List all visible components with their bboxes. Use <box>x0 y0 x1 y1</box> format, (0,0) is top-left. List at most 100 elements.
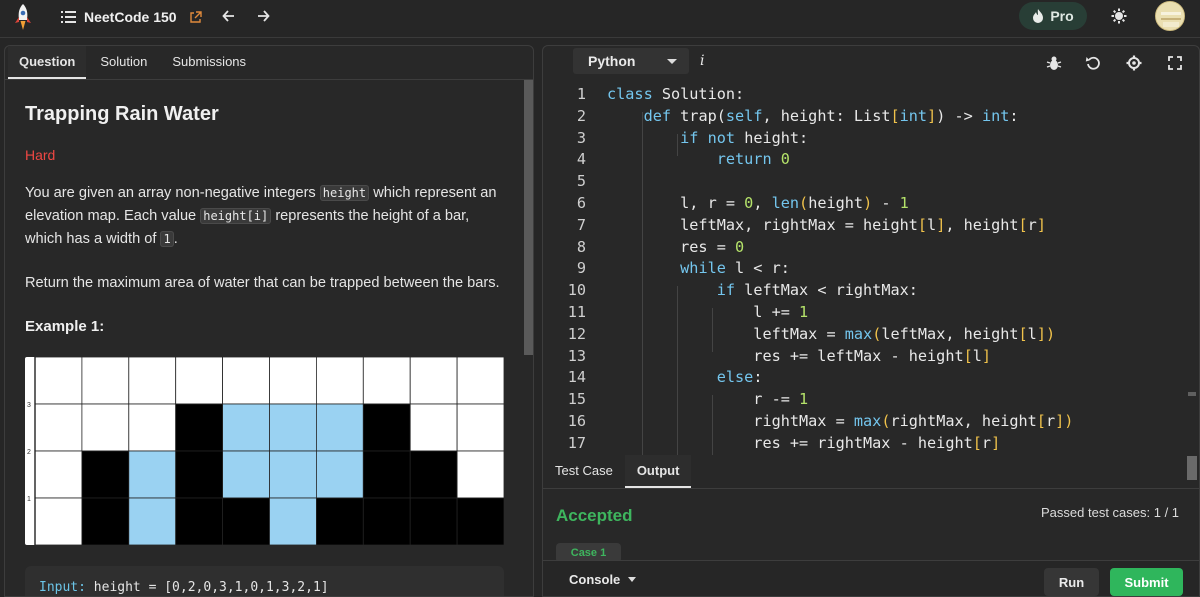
bar-cell <box>81 450 130 499</box>
line-source: res += leftMax - height[l] <box>607 346 992 365</box>
line-number: 15 <box>567 390 586 409</box>
line-source: def trap(self, height: List[int]) -> int… <box>643 106 1019 125</box>
problem-statement: You are given an array non-negative inte… <box>25 182 505 251</box>
fullscreen-icon[interactable] <box>1167 55 1183 71</box>
language-select[interactable]: Python <box>573 48 689 74</box>
code-line[interactable]: 17 res += rightMax - height[r] <box>543 433 1183 455</box>
code-line[interactable]: 9 while l < r: <box>543 258 1183 280</box>
bar-cell <box>175 450 223 499</box>
run-button[interactable]: Run <box>1044 568 1099 596</box>
line-number: 7 <box>576 215 586 234</box>
code-line[interactable]: 12 leftMax = max(leftMax, height[l]) <box>543 324 1183 346</box>
list-icon <box>61 11 76 23</box>
bar-cell <box>362 403 411 452</box>
line-source: class Solution: <box>607 85 745 103</box>
line-source: else: <box>716 368 763 387</box>
line-number: 1 <box>576 85 586 103</box>
line-source: if not height: <box>680 128 809 147</box>
water-cell <box>315 403 364 452</box>
code-line[interactable]: 1 class Solution: <box>543 84 1183 106</box>
code-editor[interactable]: 1 class Solution: 2 def trap(self, height:… <box>543 82 1199 455</box>
code-line[interactable]: 4 return 0 <box>543 149 1183 171</box>
code-line[interactable]: 16 rightMax = max(rightMax, height[r]) <box>543 411 1183 433</box>
bug-icon[interactable] <box>1046 55 1062 71</box>
bar-cell <box>409 450 458 499</box>
arrow-right-icon[interactable] <box>255 8 271 24</box>
submit-button[interactable]: Submit <box>1110 568 1183 596</box>
avatar-image <box>1156 2 1184 30</box>
tab-output[interactable]: Output <box>624 455 692 488</box>
info-icon[interactable]: i <box>700 53 704 69</box>
bar-cell <box>175 403 223 452</box>
empty-cell <box>269 357 317 405</box>
arrow-left-icon[interactable] <box>221 8 237 24</box>
line-source: l += 1 <box>607 303 809 321</box>
console-button[interactable]: Console <box>569 572 637 587</box>
console-label: Console <box>569 572 621 587</box>
bar-cell <box>362 497 411 545</box>
difficulty-badge: Hard <box>25 147 56 163</box>
problem-list-button[interactable]: NeetCode 150 <box>61 6 202 28</box>
tab-solution[interactable]: Solution <box>89 46 158 79</box>
line-source: while l < r: <box>680 259 790 278</box>
external-link-icon[interactable] <box>189 10 202 24</box>
code-line[interactable]: 5 <box>543 171 1183 193</box>
passed-test-cases: Passed test cases: 1 / 1 <box>1041 505 1180 520</box>
code-line[interactable]: 7 leftMax, rightMax = height[l], height[… <box>543 215 1183 237</box>
settings-gear-icon[interactable] <box>1126 55 1142 71</box>
code-line[interactable]: 11 l += 1 <box>543 302 1183 324</box>
elevation-grid: 3 2 1 <box>27 357 504 545</box>
line-number: 14 <box>567 368 586 387</box>
line-source: rightMax = max(rightMax, height[r]) <box>607 412 1074 430</box>
line-source: leftMax = max(leftMax, height[l]) <box>607 324 1056 343</box>
pro-button[interactable]: Pro <box>1019 2 1087 30</box>
empty-cell <box>128 403 177 452</box>
code-line[interactable]: 13 res += leftMax - height[l] <box>543 346 1183 368</box>
result-tabs: Test Case Output <box>543 455 1199 489</box>
code-line[interactable]: 3 if not height: <box>543 128 1183 150</box>
input-key: Input: <box>39 580 86 595</box>
top-bar: NeetCode 150 Pro <box>0 0 1200 38</box>
problem-panel: Question Solution Submissions Trapping R… <box>4 45 534 597</box>
line-number: 16 <box>567 412 586 430</box>
code-line[interactable]: 14 else: <box>543 367 1183 389</box>
reset-icon[interactable] <box>1085 55 1101 71</box>
user-avatar[interactable] <box>1155 1 1185 31</box>
code-line[interactable]: 6 l, r = 0, len(height) - 1 <box>543 193 1183 215</box>
line-number: 13 <box>567 346 586 365</box>
bar-cell <box>81 497 130 545</box>
tab-question[interactable]: Question <box>8 46 87 79</box>
line-source: return 0 <box>716 150 790 169</box>
water-cell <box>128 497 177 545</box>
inline-code-height-i: height[i] <box>200 208 272 224</box>
line-number: 4 <box>576 150 586 169</box>
code-line[interactable]: 8 res = 0 <box>543 237 1183 259</box>
tab-test-case[interactable]: Test Case <box>543 455 625 488</box>
inline-code-height: height <box>319 185 370 201</box>
water-cell <box>269 497 317 545</box>
editor-footer: Console Run Submit <box>543 560 1199 596</box>
line-number: 11 <box>567 303 586 321</box>
editor-panel: Python i 1 class Solution: 2 def trap(self… <box>542 45 1200 597</box>
water-cell <box>269 403 317 452</box>
empty-cell <box>456 450 504 499</box>
empty-cell <box>34 403 83 452</box>
water-cell <box>128 450 177 499</box>
statement-text-1: You are given an array non-negative inte… <box>25 185 320 201</box>
code-line[interactable]: 10 if leftMax < rightMax: <box>543 280 1183 302</box>
example-heading: Example 1: <box>25 318 105 335</box>
example-input-block: Input: height = [0,2,0,3,1,0,1,3,2,1] <box>25 566 504 596</box>
empty-cell <box>456 357 504 405</box>
problem-scrollbar[interactable] <box>524 80 533 355</box>
example-input-line: Input: height = [0,2,0,3,1,0,1,3,2,1] <box>39 580 329 595</box>
line-number: 10 <box>567 281 586 300</box>
tab-submissions[interactable]: Submissions <box>161 46 257 79</box>
code-line[interactable]: 15 r -= 1 <box>543 389 1183 411</box>
empty-cell <box>34 450 83 499</box>
chevron-down-icon <box>667 59 677 64</box>
theme-sun-icon[interactable] <box>1111 8 1127 24</box>
empty-cell <box>362 357 411 405</box>
empty-cell <box>34 357 83 405</box>
rocket-logo-icon[interactable] <box>12 3 34 33</box>
code-line[interactable]: 2 def trap(self, height: List[int]) -> i… <box>543 106 1183 128</box>
